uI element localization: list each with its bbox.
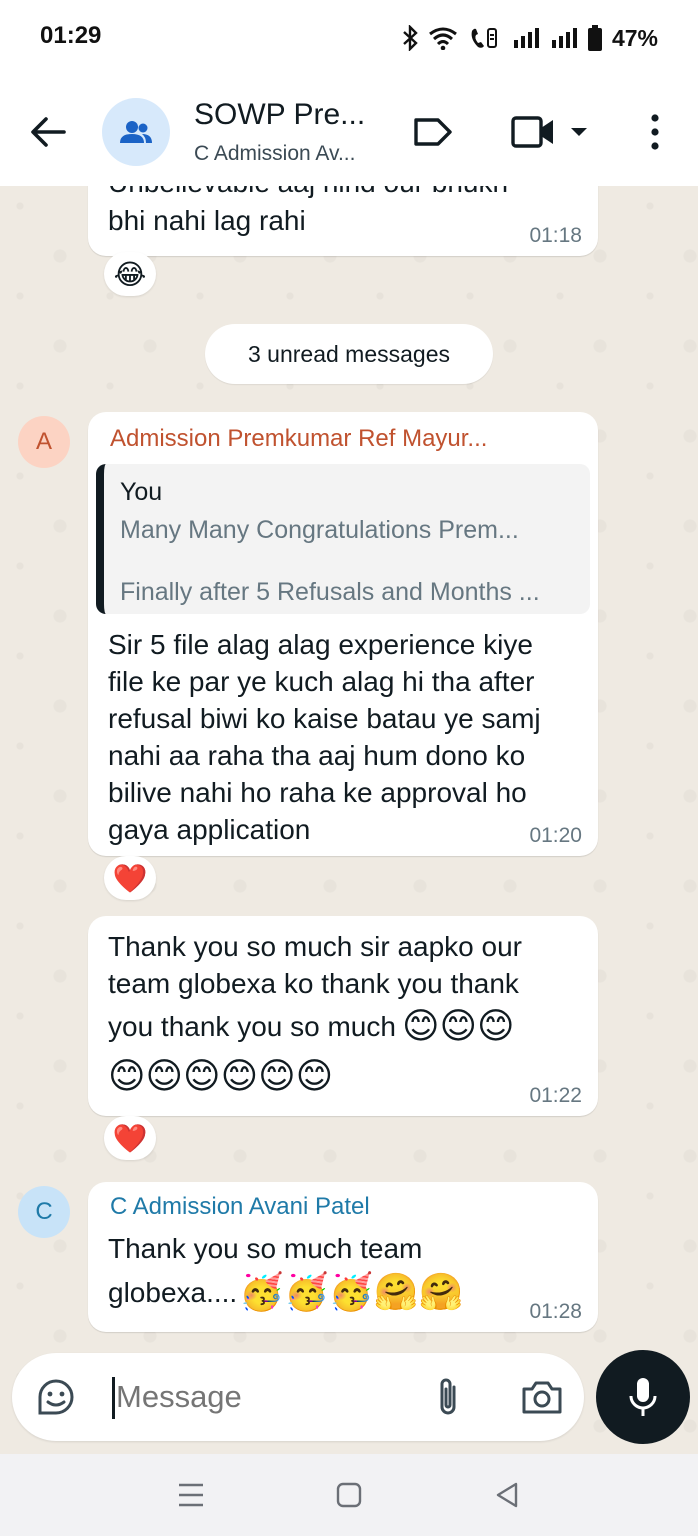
reaction-emoji: 😂 [113,258,147,290]
chat-header: SOWP Pre... C Admission Av... [0,78,698,186]
label-icon [414,118,452,146]
chat-subtitle[interactable]: C Admission Av... [194,142,394,166]
camera-icon [522,1381,562,1414]
group-icon [120,121,152,143]
back-arrow-icon [31,117,66,147]
reaction-badge[interactable]: ❤️ [104,1116,156,1160]
sender-name[interactable]: C Admission Avani Patel [110,1192,370,1222]
message-line-with-emoji: globexa.... 🥳🥳🥳🤗🤗 [108,1270,463,1314]
more-options-button[interactable] [640,110,670,154]
message-line: you thank you so much [108,1010,396,1042]
avatar-letter: A [35,428,52,455]
chevron-down-icon [571,128,587,136]
sticker-icon [38,1379,74,1415]
back-button[interactable] [26,110,70,154]
video-call-button[interactable] [510,112,594,152]
signal-icon [550,26,578,50]
message-text-partial: Unbelievable aaj hind our bhukh [108,186,508,201]
reaction-badge[interactable]: 😂 [104,252,156,296]
message-composer [12,1353,584,1441]
battery-percent: 47% [611,24,658,51]
message-line: globexa.... [108,1276,238,1308]
emoji-inline: 🥳🥳🥳🤗🤗 [239,1271,464,1312]
bluetooth-icon [402,25,418,51]
message-line: Sir 5 file alag alag experience kiye [108,629,533,660]
reaction-badge[interactable]: ❤️ [104,856,156,900]
home-icon [336,1482,362,1508]
message-body: Thank you so much sir aapko our team glo… [108,928,522,1098]
emoji-inline: 😊😊😊 [401,1005,515,1046]
message-line: Thank you so much team [108,1233,423,1264]
quote-line: Many Many Congratulations Prem... [120,516,519,544]
voice-message-button[interactable] [596,1350,690,1444]
message-time: 01:20 [529,824,582,847]
camera-button[interactable] [520,1377,564,1417]
attach-icon [440,1378,456,1415]
message-bubble[interactable]: Unbelievable aaj hind our bhukh bhi nahi… [88,186,598,256]
reaction-emoji: ❤️ [112,1122,148,1154]
sticker-button[interactable] [34,1375,78,1419]
recent-apps-button[interactable] [174,1478,208,1512]
status-time: 01:29 [40,22,102,49]
sender-avatar[interactable]: A [18,416,70,468]
status-icons: 47% [402,22,658,54]
message-time: 01:28 [529,1300,582,1323]
message-bubble[interactable]: C Admission Avani Patel Thank you so muc… [88,1182,598,1332]
message-text: bhi nahi lag rahi [108,205,306,236]
volte-icon [468,25,502,51]
back-nav-button[interactable] [490,1478,524,1512]
text-caret [112,1377,115,1419]
home-button[interactable] [332,1478,366,1512]
unread-divider: 3 unread messages [205,324,493,384]
message-line: Thank you so much sir aapko our [108,931,522,962]
message-line: team globexa ko thank you thank [108,968,519,999]
message-line: refusal biwi ko kaise batau ye samj [108,703,541,734]
signal-icon [512,26,540,50]
quoted-message[interactable]: You Many Many Congratulations Prem... Fi… [96,464,590,614]
wifi-icon [428,26,458,50]
message-line: file ke par ye kuch alag hi tha after [108,666,535,697]
label-button[interactable] [412,116,454,148]
more-vert-icon [651,114,659,150]
sender-name[interactable]: Admission Premkumar Ref Mayur... [110,424,580,454]
message-body: Sir 5 file alag alag experience kiye fil… [108,626,541,848]
group-avatar[interactable] [102,98,170,166]
quote-line: Finally after 5 Refusals and Months ... [120,578,540,606]
reaction-emoji: ❤️ [112,862,148,894]
system-nav-bar [0,1454,698,1536]
emoji-line: 😊😊😊😊😊😊 [108,1055,334,1096]
attach-button[interactable] [432,1375,464,1419]
message-time: 01:22 [529,1084,582,1107]
quote-author: You [120,478,163,506]
battery-icon [587,25,602,51]
chat-area[interactable]: Unbelievable aaj hind our bhukh bhi nahi… [0,186,698,1450]
message-bubble[interactable]: Thank you so much sir aapko our team glo… [88,916,598,1116]
sender-avatar[interactable]: C [18,1186,70,1238]
back-icon [496,1482,518,1508]
recent-apps-icon [179,1483,203,1507]
message-line-with-emoji: you thank you so much 😊😊😊 [108,1002,522,1050]
message-input[interactable] [116,1379,416,1415]
message-line: bilive nahi ho raha ke approval ho [108,777,527,808]
unread-label: 3 unread messages [247,340,450,367]
avatar-letter: C [35,1198,53,1225]
message-line: nahi aa raha tha aaj hum dono ko [108,740,526,771]
mic-icon [629,1378,657,1416]
message-time: 01:18 [529,224,582,247]
video-call-icon [511,116,553,148]
message-line: gaya application [108,814,311,845]
status-bar: 01:29 47% [0,0,698,78]
message-bubble[interactable]: Admission Premkumar Ref Mayur... You Man… [88,412,598,856]
chat-title[interactable]: SOWP Pre... [194,98,394,132]
